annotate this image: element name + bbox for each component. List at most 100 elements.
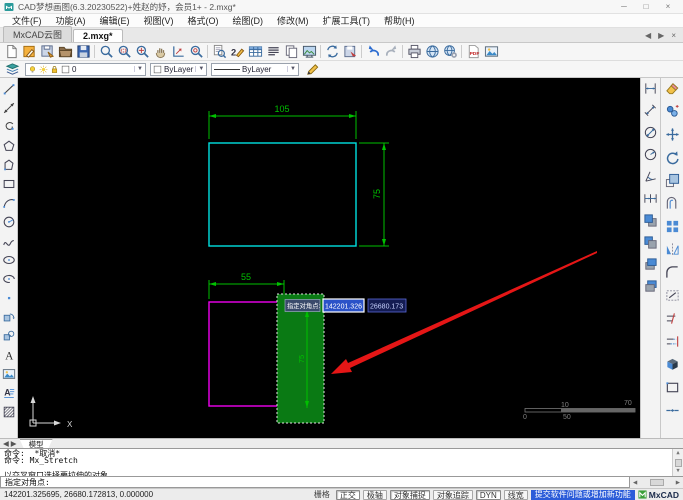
status-toggle-lineweight[interactable]: 线宽 <box>503 489 528 500</box>
save-edit-button[interactable] <box>38 43 56 60</box>
brand-badge[interactable]: MxCAD <box>638 490 679 500</box>
pan-button[interactable] <box>151 43 169 60</box>
draworder-front-button[interactable] <box>641 212 660 229</box>
tab-mxcad-cloud[interactable]: MxCAD云图 <box>3 26 72 42</box>
tab-document-2[interactable]: 2.mxg* <box>73 29 123 42</box>
fillet-button[interactable] <box>663 264 682 281</box>
table-button[interactable] <box>246 43 264 60</box>
close-button[interactable]: × <box>657 0 679 13</box>
join-button[interactable] <box>663 402 682 419</box>
ellipse-button[interactable] <box>0 251 17 268</box>
array-button[interactable] <box>663 218 682 235</box>
scale-button[interactable] <box>663 172 682 189</box>
block-insert-button[interactable] <box>0 308 17 325</box>
menu-express-tools[interactable]: 扩展工具(T) <box>316 14 378 27</box>
new-file-button[interactable] <box>2 43 20 60</box>
feedback-button[interactable]: 提交软件问题或增加新功能 <box>530 489 635 500</box>
command-h-scrollbar[interactable]: ◀ ▶ <box>630 477 683 488</box>
block-create-button[interactable] <box>0 327 17 344</box>
web-gear-button[interactable] <box>441 43 459 60</box>
attribute-define-button[interactable]: A <box>0 384 17 401</box>
polyline-button[interactable] <box>0 118 17 135</box>
open-folder-button[interactable] <box>56 43 74 60</box>
boundary-button[interactable] <box>663 379 682 396</box>
offset-button[interactable] <box>663 195 682 212</box>
erase-button[interactable] <box>663 80 682 97</box>
draworder-back-button[interactable] <box>641 234 660 251</box>
polygon-irregular-button[interactable] <box>0 156 17 173</box>
match-properties-button[interactable] <box>303 61 321 78</box>
pdf-export-button[interactable]: PDF <box>464 43 482 60</box>
display-button[interactable] <box>300 43 318 60</box>
rectangle-button[interactable] <box>0 175 17 192</box>
cyan-rectangle[interactable] <box>208 142 357 247</box>
export-settings-button[interactable] <box>341 43 359 60</box>
dim-aligned-button[interactable] <box>641 102 660 119</box>
text-button[interactable]: A <box>0 346 17 363</box>
scroll-down-icon[interactable]: ▼ <box>676 468 679 475</box>
explode-button[interactable] <box>663 356 682 373</box>
text-list-button[interactable] <box>264 43 282 60</box>
scroll-thumb[interactable] <box>649 479 664 486</box>
polygon-button[interactable] <box>0 137 17 154</box>
tab-scroll-right-button[interactable]: ▶ <box>658 31 664 40</box>
zoom-window-button[interactable] <box>115 43 133 60</box>
draworder-under-button[interactable] <box>641 278 660 295</box>
hatch-button[interactable] <box>0 403 17 420</box>
circle-button[interactable] <box>0 213 17 230</box>
color-combo[interactable]: ByLayer ▼ <box>150 62 207 76</box>
status-toggle-polar[interactable]: 极轴 <box>362 489 387 500</box>
menu-help[interactable]: 帮助(H) <box>377 14 422 27</box>
dim-angular-button[interactable] <box>641 168 660 185</box>
line-button[interactable] <box>0 80 17 97</box>
zoom-previous-button[interactable] <box>169 43 187 60</box>
minimize-button[interactable]: ─ <box>613 0 635 13</box>
model-prev-button[interactable]: ◀ <box>3 439 9 448</box>
model-next-button[interactable]: ▶ <box>11 439 17 448</box>
copy-button[interactable] <box>663 103 682 120</box>
magenta-rectangle[interactable] <box>208 301 287 407</box>
construction-line-button[interactable] <box>0 99 17 116</box>
dim-continue-button[interactable] <box>641 190 660 207</box>
menu-draw[interactable]: 绘图(D) <box>226 14 271 27</box>
sync-settings-button[interactable] <box>323 43 341 60</box>
dim-radius-button[interactable] <box>641 146 660 163</box>
save-button[interactable] <box>74 43 92 60</box>
point-button[interactable] <box>0 289 17 306</box>
spline-button[interactable] <box>0 232 17 249</box>
layer-manager-button[interactable] <box>3 61 21 78</box>
scroll-right-icon[interactable]: ▶ <box>676 480 680 486</box>
dim-linear-button[interactable] <box>641 80 660 97</box>
maximize-button[interactable]: □ <box>635 0 657 13</box>
image-export-button[interactable] <box>482 43 500 60</box>
zoom-extents-button[interactable] <box>133 43 151 60</box>
move-button[interactable] <box>663 126 682 143</box>
sketch-edit-button[interactable] <box>20 43 38 60</box>
menu-view[interactable]: 视图(V) <box>137 14 181 27</box>
rotate-button[interactable] <box>663 149 682 166</box>
status-toggle-otrack[interactable]: 对象追踪 <box>432 489 473 500</box>
scroll-thumb[interactable] <box>674 458 682 467</box>
arc-button[interactable] <box>0 194 17 211</box>
menu-modify[interactable]: 修改(M) <box>270 14 316 27</box>
tab-scroll-left-button[interactable]: ◀ <box>645 31 651 40</box>
image-insert-button[interactable] <box>0 365 17 382</box>
dim-diameter-button[interactable] <box>641 124 660 141</box>
scroll-up-icon[interactable]: ▲ <box>676 450 679 457</box>
tab-close-button[interactable]: × <box>671 31 676 40</box>
extend-button[interactable] <box>663 333 682 350</box>
status-toggle-dyn[interactable]: DYN <box>475 489 501 500</box>
draw-2-button[interactable]: 2 <box>228 43 246 60</box>
layout-tab-model[interactable]: 模型 <box>20 439 53 448</box>
copy-pages-button[interactable] <box>282 43 300 60</box>
stretch-button[interactable] <box>663 287 682 304</box>
status-toggle-grid[interactable]: 栅格 <box>311 490 333 500</box>
web-button[interactable] <box>423 43 441 60</box>
find-button[interactable] <box>210 43 228 60</box>
status-toggle-osnap[interactable]: 对象捕捉 <box>389 489 430 500</box>
redo-button[interactable] <box>382 43 400 60</box>
scroll-left-icon[interactable]: ◀ <box>633 480 637 486</box>
command-input[interactable]: 指定对角点: <box>0 477 630 488</box>
print-button[interactable] <box>405 43 423 60</box>
status-toggle-ortho[interactable]: 正交 <box>335 489 360 500</box>
